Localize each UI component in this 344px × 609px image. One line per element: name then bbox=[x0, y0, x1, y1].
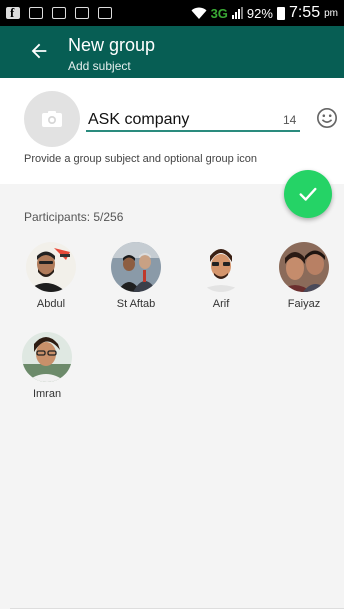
subject-underline bbox=[86, 130, 300, 132]
network-type: 3G bbox=[210, 5, 228, 21]
avatar bbox=[26, 242, 76, 292]
facebook-icon bbox=[6, 5, 20, 21]
participant-name: Abdul bbox=[36, 298, 66, 310]
wifi-icon bbox=[191, 7, 207, 19]
clock-ampm: pm bbox=[324, 7, 338, 19]
battery-icon bbox=[276, 6, 285, 20]
participant-name: Faiyaz bbox=[287, 298, 321, 310]
char-counter: 14 bbox=[283, 113, 297, 127]
status-bar: 3G 92% 7:55pm bbox=[0, 0, 344, 26]
gallery-icon bbox=[29, 7, 43, 19]
app-bar: New group Add subject bbox=[0, 26, 344, 78]
check-icon bbox=[299, 187, 317, 201]
page-title: New group bbox=[68, 35, 156, 55]
avatar bbox=[279, 242, 329, 292]
participants-count: Participants: 5/256 bbox=[24, 210, 124, 224]
back-arrow-icon[interactable] bbox=[28, 40, 50, 62]
subject-card: 14 Provide a group subject and optional … bbox=[0, 78, 344, 184]
helper-text: Provide a group subject and optional gro… bbox=[24, 153, 257, 165]
emoji-icon[interactable] bbox=[316, 107, 338, 129]
clock: 7:55 bbox=[288, 4, 321, 21]
avatar bbox=[22, 332, 72, 382]
participant-name: Arif bbox=[212, 298, 230, 310]
camera-icon bbox=[42, 111, 62, 127]
participant-name: Imran bbox=[32, 388, 62, 400]
participant[interactable]: St Aftab bbox=[101, 242, 171, 310]
participant[interactable]: Faiyaz bbox=[269, 242, 339, 310]
avatar bbox=[196, 242, 246, 292]
participant-name: St Aftab bbox=[116, 298, 156, 310]
participant[interactable]: Abdul bbox=[16, 242, 86, 310]
confirm-button[interactable] bbox=[284, 170, 332, 218]
signal-icon bbox=[231, 7, 243, 19]
image-icon bbox=[98, 7, 112, 19]
participant[interactable]: Imran bbox=[12, 332, 82, 400]
message-icon bbox=[75, 7, 89, 19]
participant[interactable]: Arif bbox=[186, 242, 256, 310]
avatar bbox=[111, 242, 161, 292]
page-subtitle: Add subject bbox=[68, 59, 131, 73]
battery-percentage: 92% bbox=[246, 5, 273, 21]
group-icon-picker[interactable] bbox=[24, 91, 80, 147]
notification-icons bbox=[6, 5, 112, 21]
mail-icon bbox=[52, 7, 66, 19]
subject-input[interactable] bbox=[88, 109, 298, 131]
